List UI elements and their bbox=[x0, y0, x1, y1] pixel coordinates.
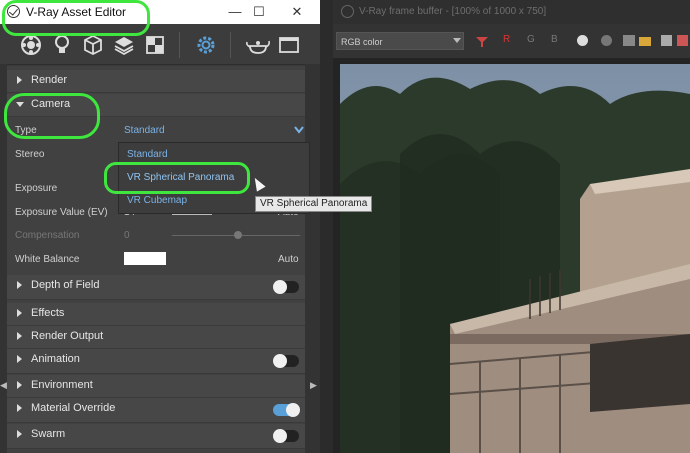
section-render-output[interactable]: Render Output bbox=[7, 326, 305, 349]
material-override-toggle[interactable] bbox=[273, 403, 300, 417]
section-environment[interactable]: Environment bbox=[7, 375, 305, 398]
annotation-camera-highlight bbox=[4, 93, 100, 139]
compensation-slider-handle[interactable] bbox=[234, 231, 242, 239]
blue-channel-button[interactable]: B bbox=[551, 34, 558, 45]
section-dof-label: Depth of Field bbox=[31, 279, 100, 291]
depth-of-field-toggle[interactable] bbox=[273, 280, 299, 294]
section-swarm[interactable]: Swarm bbox=[7, 424, 305, 449]
animation-toggle[interactable] bbox=[273, 354, 299, 368]
section-swarm-label: Swarm bbox=[31, 428, 66, 440]
exposure-label: Exposure bbox=[15, 183, 58, 194]
exposure-value-label: Exposure Value (EV) bbox=[15, 207, 108, 218]
expand-arrow-icon bbox=[17, 430, 22, 438]
toggle-knob bbox=[286, 403, 300, 417]
swarm-toggle[interactable] bbox=[273, 429, 299, 443]
compensation-value-input[interactable]: 0 bbox=[124, 230, 130, 241]
type-dropdown[interactable]: Standard bbox=[124, 125, 165, 136]
stereo-label: Stereo bbox=[15, 149, 45, 160]
section-render-label: Render bbox=[31, 74, 68, 86]
frame-buffer-icon[interactable] bbox=[278, 34, 300, 56]
annotation-title-highlight bbox=[2, 0, 150, 36]
section-material-override[interactable]: Material Override bbox=[7, 398, 305, 423]
clear-image-icon[interactable] bbox=[661, 35, 672, 46]
layers-icon[interactable] bbox=[113, 34, 135, 56]
lights-icon[interactable] bbox=[51, 34, 73, 56]
tooltip: VR Spherical Panorama bbox=[255, 196, 373, 212]
section-render-output-label: Render Output bbox=[31, 330, 104, 342]
section-depth-of-field[interactable]: Depth of Field bbox=[7, 275, 305, 300]
section-effects[interactable]: Effects bbox=[7, 303, 305, 326]
monochrome-icon[interactable] bbox=[601, 35, 612, 46]
save-icon[interactable] bbox=[623, 35, 635, 46]
toolbar-divider bbox=[230, 32, 231, 58]
expand-arrow-icon bbox=[17, 381, 22, 389]
color-balance-icon[interactable] bbox=[475, 34, 489, 48]
maximize-button[interactable]: ☐ bbox=[242, 0, 276, 24]
stop-render-icon[interactable] bbox=[677, 35, 688, 46]
annotation-option-highlight bbox=[104, 162, 250, 194]
frame-buffer-titlebar: V-Ray frame buffer - [100% of 1000 x 750… bbox=[333, 0, 690, 24]
section-effects-label: Effects bbox=[31, 307, 65, 319]
section-render[interactable]: Render bbox=[7, 70, 305, 93]
frame-buffer-title: V-Ray frame buffer - [100% of 1000 x 750… bbox=[359, 6, 547, 17]
rendered-scene bbox=[340, 64, 690, 453]
toolbar-divider bbox=[179, 32, 180, 58]
white-balance-auto-label[interactable]: Auto bbox=[278, 254, 299, 265]
settings-icon[interactable] bbox=[195, 34, 217, 56]
section-material-override-label: Material Override bbox=[31, 402, 116, 414]
close-button[interactable]: ✕ bbox=[280, 0, 314, 24]
toggle-knob bbox=[273, 280, 287, 294]
white-balance-label: White Balance bbox=[15, 254, 80, 265]
red-channel-button[interactable]: R bbox=[503, 34, 510, 45]
chevron-down-icon[interactable] bbox=[294, 126, 304, 134]
vray-logo-icon bbox=[341, 5, 354, 18]
section-animation[interactable]: Animation bbox=[7, 349, 305, 374]
white-balance-swatch[interactable] bbox=[124, 252, 166, 265]
collapse-right-icon[interactable]: ▶ bbox=[310, 380, 317, 391]
expand-arrow-icon bbox=[17, 76, 22, 84]
materials-icon[interactable] bbox=[20, 34, 42, 56]
channel-select[interactable]: RGB color bbox=[336, 32, 464, 50]
expand-arrow-icon bbox=[17, 355, 22, 363]
section-animation-label: Animation bbox=[31, 353, 80, 365]
open-folder-icon[interactable] bbox=[639, 37, 651, 46]
section-environment-label: Environment bbox=[31, 379, 93, 391]
expand-arrow-icon bbox=[17, 309, 22, 317]
compensation-label: Compensation bbox=[15, 230, 80, 241]
toggle-knob bbox=[273, 429, 287, 443]
rendered-image bbox=[340, 64, 690, 453]
dropdown-option-vr-cubemap[interactable]: VR Cubemap bbox=[123, 191, 187, 211]
expand-arrow-icon bbox=[17, 404, 22, 412]
alpha-channel-icon[interactable] bbox=[577, 35, 588, 46]
chevron-down-icon[interactable] bbox=[453, 38, 461, 44]
expand-arrow-icon bbox=[17, 332, 22, 340]
render-teapot-icon[interactable] bbox=[245, 34, 271, 56]
expand-arrow-icon bbox=[17, 281, 22, 289]
green-channel-button[interactable]: G bbox=[527, 34, 535, 45]
right-collapse-bar[interactable]: ▶ bbox=[305, 64, 320, 453]
frame-buffer-toolbar: RGB color R G B bbox=[333, 24, 690, 58]
textures-icon[interactable] bbox=[144, 34, 166, 56]
collapse-left-icon[interactable]: ◀ bbox=[0, 380, 7, 391]
toggle-knob bbox=[273, 354, 287, 368]
geometry-icon[interactable] bbox=[82, 34, 104, 56]
